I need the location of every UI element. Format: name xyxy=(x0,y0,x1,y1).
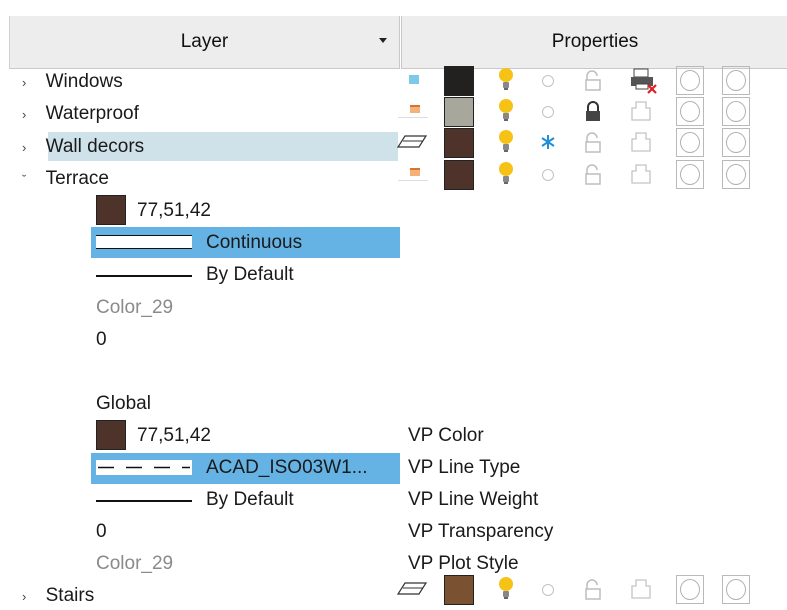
layer-color-swatch[interactable] xyxy=(444,575,474,605)
color-value[interactable]: 77,51,42 xyxy=(137,198,211,224)
transparency-value[interactable]: 0 xyxy=(96,327,107,353)
sun-icon[interactable] xyxy=(542,169,554,181)
expand-chevron-icon[interactable]: › xyxy=(22,589,26,604)
plot-icon[interactable] xyxy=(628,575,658,605)
dashed-line-preview xyxy=(96,460,192,475)
vp-color-label: VP Color xyxy=(408,425,484,446)
vp-plot-style-value[interactable]: Color_29 xyxy=(96,551,173,577)
lightbulb-icon[interactable] xyxy=(498,67,514,92)
layer-color-swatch[interactable] xyxy=(444,97,474,127)
layer-row-terrace[interactable]: ˇ Terrace xyxy=(22,166,109,193)
vp-freeze-icon[interactable] xyxy=(722,128,750,157)
layer-row-waterproof[interactable]: › Waterproof xyxy=(22,101,139,128)
unlock-icon[interactable] xyxy=(584,70,602,92)
layer-plane-icon[interactable] xyxy=(396,581,428,597)
lock-icon[interactable] xyxy=(584,101,602,123)
expand-chevron-icon[interactable]: › xyxy=(22,75,26,90)
vp-freeze-icon[interactable] xyxy=(722,66,750,95)
global-label: Global xyxy=(96,393,151,414)
plot-style-value[interactable]: Color_29 xyxy=(96,295,173,321)
new-vp-freeze-icon[interactable] xyxy=(676,128,704,157)
vp-lineweight-label: VP Line Weight xyxy=(408,489,539,510)
lightbulb-icon[interactable] xyxy=(498,161,514,186)
plot-icon[interactable] xyxy=(628,97,658,127)
expand-chevron-icon[interactable]: › xyxy=(22,140,26,155)
lightbulb-icon[interactable] xyxy=(498,576,514,601)
layer-row-stairs[interactable]: › Stairs xyxy=(22,583,94,610)
lineweight-line-preview xyxy=(96,275,192,277)
current-layer-icon[interactable] xyxy=(410,168,420,176)
layer-color-swatch[interactable] xyxy=(444,160,474,190)
plot-icon[interactable] xyxy=(628,128,658,158)
layer-column-header[interactable]: Layer xyxy=(9,16,400,69)
new-vp-freeze-icon[interactable] xyxy=(676,97,704,126)
vp-lineweight-value[interactable]: By Default xyxy=(206,487,294,513)
vp-freeze-icon[interactable] xyxy=(722,160,750,189)
layer-plane-icon xyxy=(398,180,428,185)
sun-icon[interactable] xyxy=(542,106,554,118)
layer-plane-icon xyxy=(398,117,428,122)
lineweight-value[interactable]: By Default xyxy=(206,262,294,288)
unlock-icon[interactable] xyxy=(584,579,602,601)
plot-icon[interactable] xyxy=(628,160,658,190)
layer-plane-icon[interactable] xyxy=(396,134,428,150)
layer-name: Stairs xyxy=(45,585,95,606)
unlock-icon[interactable] xyxy=(584,132,602,154)
collapse-chevron-icon[interactable]: ˇ xyxy=(22,172,26,187)
vp-transparency-value[interactable]: 0 xyxy=(96,519,107,545)
vp-color-value[interactable]: 77,51,42 xyxy=(137,423,211,449)
lightbulb-icon[interactable] xyxy=(498,98,514,123)
layer-row-wall-decors[interactable]: › Wall decors xyxy=(22,134,144,161)
continuous-line-preview xyxy=(96,235,192,249)
color-swatch[interactable] xyxy=(96,195,126,225)
sun-icon[interactable] xyxy=(542,75,554,87)
layer-row-windows[interactable]: › Windows xyxy=(22,69,123,96)
new-vp-freeze-icon[interactable] xyxy=(676,66,704,95)
current-layer-icon[interactable] xyxy=(409,75,419,84)
no-plot-printer-icon[interactable] xyxy=(628,66,658,96)
snowflake-icon[interactable] xyxy=(540,134,556,150)
sort-dropdown-icon[interactable] xyxy=(379,38,387,43)
layer-name: Windows xyxy=(45,71,123,92)
new-vp-freeze-icon[interactable] xyxy=(676,575,704,604)
expand-chevron-icon[interactable]: › xyxy=(22,107,26,122)
new-vp-freeze-icon[interactable] xyxy=(676,160,704,189)
layer-name: Waterproof xyxy=(45,103,139,124)
layer-header-label: Layer xyxy=(180,31,229,52)
properties-column-header[interactable]: Properties xyxy=(401,16,787,69)
layer-name: Wall decors xyxy=(45,136,145,157)
vp-transparency-label: VP Transparency xyxy=(408,521,554,542)
sun-icon[interactable] xyxy=(542,584,554,596)
properties-header-label: Properties xyxy=(551,31,639,52)
unlock-icon[interactable] xyxy=(584,164,602,186)
linetype-value[interactable]: Continuous xyxy=(206,230,302,256)
vp-lineweight-line-preview xyxy=(96,500,192,502)
layer-color-swatch[interactable] xyxy=(444,66,474,96)
vp-color-swatch[interactable] xyxy=(96,420,126,450)
vp-linetype-label: VP Line Type xyxy=(408,457,521,478)
lightbulb-icon[interactable] xyxy=(498,129,514,154)
vp-plot-style-label: VP Plot Style xyxy=(408,553,519,574)
vp-freeze-icon[interactable] xyxy=(722,97,750,126)
vp-linetype-value[interactable]: ACAD_ISO03W1... xyxy=(206,455,368,481)
dashed-line-svg xyxy=(98,466,190,469)
vp-freeze-icon[interactable] xyxy=(722,575,750,604)
layer-color-swatch[interactable] xyxy=(444,128,474,158)
current-layer-icon[interactable] xyxy=(410,105,420,113)
layer-name: Terrace xyxy=(45,168,109,189)
